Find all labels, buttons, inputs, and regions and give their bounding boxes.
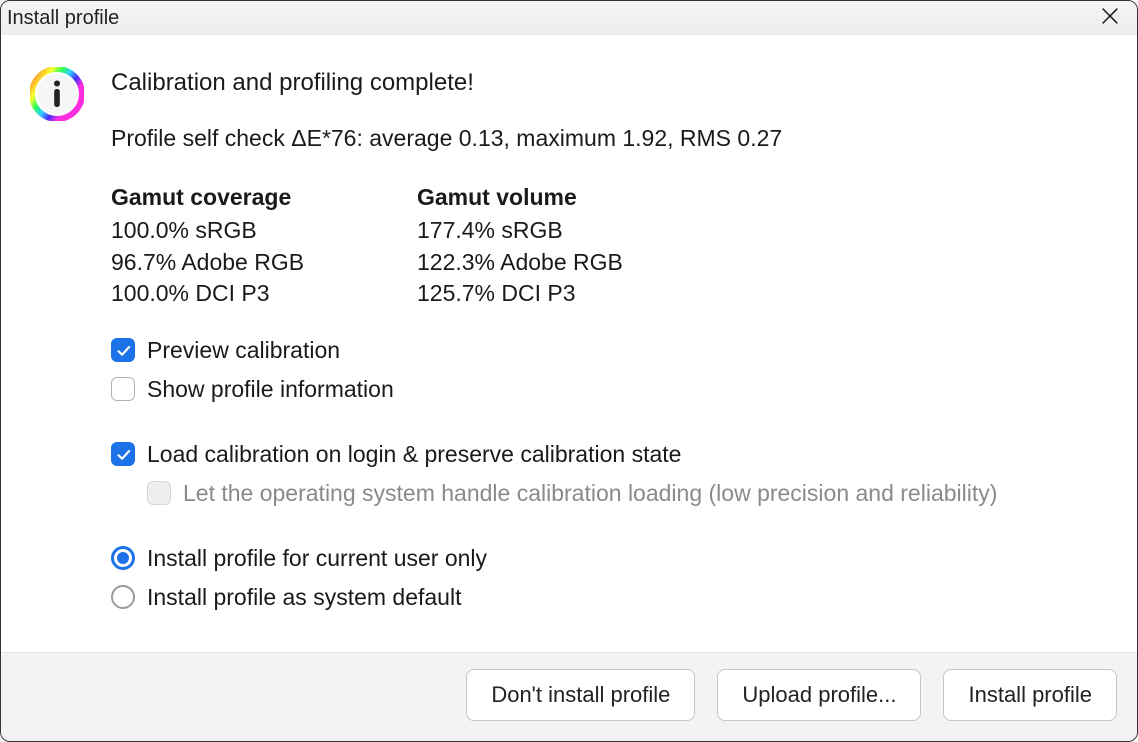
gamut-volume-adobe: 122.3% Adobe RGB (417, 247, 667, 278)
gamut-coverage-column: Gamut coverage 100.0% sRGB 96.7% Adobe R… (111, 182, 361, 308)
install-profile-button[interactable]: Install profile (943, 669, 1117, 721)
icon-column (29, 67, 85, 642)
install-system-default-radio[interactable] (111, 585, 135, 609)
preview-calibration-row: Preview calibration (111, 331, 1109, 370)
info-icon (30, 67, 84, 121)
check-icon (115, 446, 132, 463)
install-current-user-radio[interactable] (111, 546, 135, 570)
close-icon (1099, 5, 1121, 32)
close-button[interactable] (1091, 3, 1129, 33)
dialog-footer: Don't install profile Upload profile... … (1, 652, 1137, 741)
checkbox-group-2: Load calibration on login & preserve cal… (111, 435, 1109, 513)
show-profile-info-checkbox[interactable] (111, 377, 135, 401)
install-system-default-row: Install profile as system default (111, 578, 1109, 617)
headline-text: Calibration and profiling complete! (111, 67, 1109, 99)
show-profile-info-label: Show profile information (147, 374, 394, 405)
gamut-coverage-dcip3: 100.0% DCI P3 (111, 278, 361, 309)
gamut-volume-srgb: 177.4% sRGB (417, 215, 667, 246)
os-handle-label: Let the operating system handle calibrat… (183, 478, 997, 509)
install-profile-dialog: Install profile (0, 0, 1138, 742)
gamut-section: Gamut coverage 100.0% sRGB 96.7% Adobe R… (111, 182, 1109, 308)
os-handle-checkbox (147, 481, 171, 505)
radio-group: Install profile for current user only In… (111, 539, 1109, 617)
preview-calibration-label: Preview calibration (147, 335, 340, 366)
preview-calibration-checkbox[interactable] (111, 338, 135, 362)
load-on-login-row: Load calibration on login & preserve cal… (111, 435, 1109, 474)
install-current-user-row: Install profile for current user only (111, 539, 1109, 578)
checkbox-group-1: Preview calibration Show profile informa… (111, 331, 1109, 409)
gamut-coverage-srgb: 100.0% sRGB (111, 215, 361, 246)
show-profile-info-row: Show profile information (111, 370, 1109, 409)
gamut-coverage-heading: Gamut coverage (111, 182, 361, 213)
dont-install-button[interactable]: Don't install profile (466, 669, 695, 721)
main-column: Calibration and profiling complete! Prof… (111, 67, 1109, 642)
window-title: Install profile (7, 7, 119, 30)
gamut-volume-column: Gamut volume 177.4% sRGB 122.3% Adobe RG… (417, 182, 667, 308)
gamut-volume-heading: Gamut volume (417, 182, 667, 213)
load-on-login-checkbox[interactable] (111, 442, 135, 466)
install-current-user-label: Install profile for current user only (147, 543, 487, 574)
check-icon (115, 342, 132, 359)
self-check-text: Profile self check ΔE*76: average 0.13, … (111, 123, 1109, 154)
gamut-volume-dcip3: 125.7% DCI P3 (417, 278, 667, 309)
upload-profile-button[interactable]: Upload profile... (717, 669, 921, 721)
load-on-login-label: Load calibration on login & preserve cal… (147, 439, 681, 470)
gamut-coverage-adobe: 96.7% Adobe RGB (111, 247, 361, 278)
titlebar: Install profile (1, 1, 1137, 35)
install-system-default-label: Install profile as system default (147, 582, 461, 613)
dialog-content: Calibration and profiling complete! Prof… (1, 35, 1137, 652)
os-handle-row: Let the operating system handle calibrat… (111, 474, 1109, 513)
